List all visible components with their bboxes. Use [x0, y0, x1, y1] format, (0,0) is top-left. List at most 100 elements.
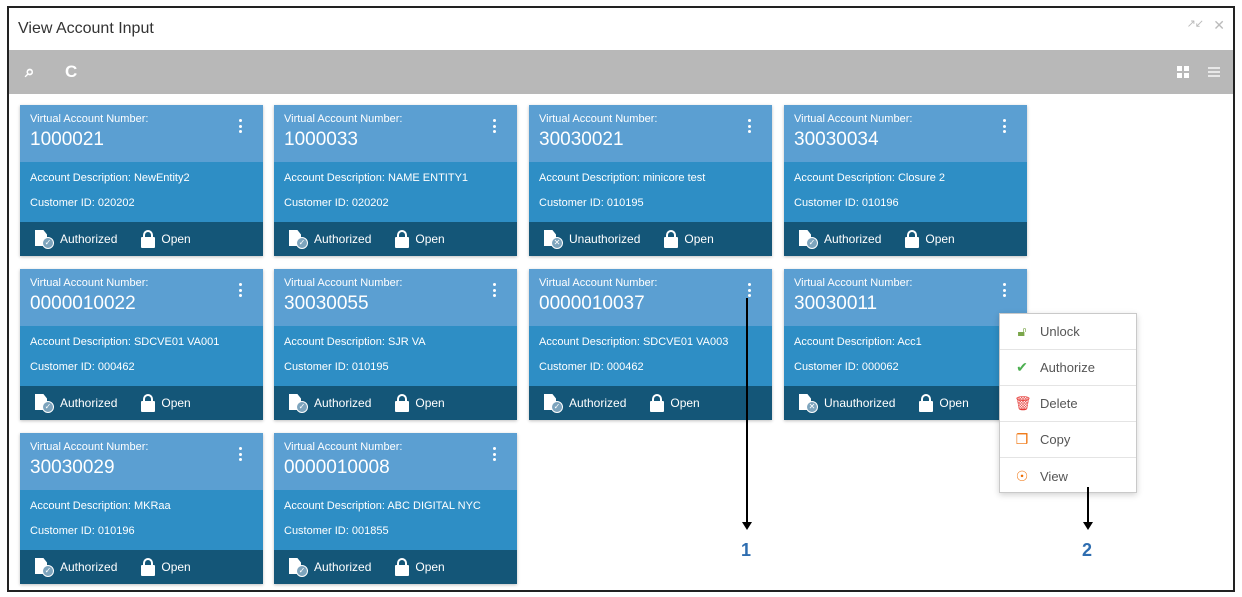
- account-card[interactable]: Virtual Account Number: 30030055 Account…: [274, 269, 517, 420]
- menu-item-label: Delete: [1040, 396, 1078, 411]
- description-label: Account Description:: [284, 172, 385, 184]
- customer-id-value: 000462: [97, 361, 135, 373]
- account-card[interactable]: Virtual Account Number: 30030021 Account…: [529, 105, 772, 256]
- kebab-menu-icon[interactable]: [493, 119, 497, 133]
- account-card[interactable]: Virtual Account Number: 0000010008 Accou…: [274, 433, 517, 584]
- callout-line-1: [746, 298, 748, 522]
- account-card[interactable]: Virtual Account Number: 0000010022 Accou…: [20, 269, 263, 420]
- description-label: Account Description:: [539, 336, 640, 348]
- menu-item-label: View: [1040, 468, 1068, 484]
- kebab-menu-icon[interactable]: [493, 447, 497, 461]
- menu-item-authorize[interactable]: ✔ Authorize: [1000, 350, 1136, 386]
- lock-status: Open: [939, 396, 969, 410]
- kebab-menu-icon[interactable]: [1003, 283, 1007, 297]
- description-label: Account Description:: [30, 500, 131, 512]
- card-header: Virtual Account Number: 0000010037: [529, 269, 772, 326]
- customer-id-value: 020202: [97, 197, 135, 209]
- authorized-document-icon: ✓: [34, 393, 54, 413]
- open-lock-icon: [664, 230, 679, 248]
- account-description: Account Description: Acc1: [794, 335, 1027, 360]
- customer-id-label: Customer ID:: [30, 361, 95, 373]
- kebab-menu-icon[interactable]: [748, 119, 752, 133]
- description-value: SJR VA: [387, 336, 426, 348]
- authorization-status: Authorized: [314, 232, 372, 246]
- menu-item-delete[interactable]: 🗑︎ Delete: [1000, 386, 1136, 422]
- lock-status: Open: [415, 396, 445, 410]
- card-status-bar: ✕ Unauthorized Open: [784, 386, 1027, 420]
- close-icon[interactable]: ✕: [1213, 17, 1225, 34]
- kebab-menu-icon[interactable]: [1003, 119, 1007, 133]
- customer-id: Customer ID: 000062: [794, 360, 1027, 385]
- description-value: NAME ENTITY1: [387, 172, 469, 184]
- card-status-bar: ✓ Authorized Open: [20, 386, 263, 420]
- card-number-label: Virtual Account Number:: [794, 113, 913, 125]
- description-value: Closure 2: [897, 172, 946, 184]
- card-header: Virtual Account Number: 1000021: [20, 105, 263, 162]
- authorization-status: Unauthorized: [824, 396, 896, 410]
- kebab-menu-icon[interactable]: [239, 119, 243, 133]
- open-lock-icon: [141, 230, 156, 248]
- kebab-menu-icon[interactable]: [239, 283, 243, 297]
- title-bar: View Account Input ↗↙ ✕: [9, 8, 1233, 50]
- refresh-icon[interactable]: C: [65, 62, 77, 82]
- menu-item-label: Authorize: [1040, 360, 1095, 375]
- card-number-label: Virtual Account Number:: [539, 277, 658, 289]
- card-status-bar: ✓ Authorized Open: [784, 222, 1027, 256]
- card-details: Account Description: Acc1 Customer ID: 0…: [784, 326, 1027, 386]
- callout-number-2: 2: [1082, 540, 1093, 560]
- menu-item-view[interactable]: ☉ View: [1000, 458, 1136, 494]
- card-header: Virtual Account Number: 30030034: [784, 105, 1027, 162]
- window-title: View Account Input: [18, 20, 154, 37]
- lock-status: Open: [670, 396, 700, 410]
- lock-status: Open: [161, 396, 191, 410]
- account-card[interactable]: Virtual Account Number: 1000021 Account …: [20, 105, 263, 256]
- authorization-status: Authorized: [314, 396, 372, 410]
- description-label: Account Description:: [284, 500, 385, 512]
- menu-item-unlock[interactable]: 🔓︎ Unlock: [1000, 314, 1136, 350]
- card-header: Virtual Account Number: 30030029: [20, 433, 263, 490]
- kebab-menu-icon[interactable]: [239, 447, 243, 461]
- customer-id-label: Customer ID:: [284, 525, 349, 537]
- authorized-document-icon: ✓: [34, 557, 54, 577]
- card-status-bar: ✕ Unauthorized Open: [529, 222, 772, 256]
- card-status-bar: ✓ Authorized Open: [20, 222, 263, 256]
- customer-id-value: 000062: [861, 361, 899, 373]
- description-value: SDCVE01 VA003: [642, 336, 729, 348]
- customer-id-value: 010196: [97, 525, 135, 537]
- account-card[interactable]: Virtual Account Number: 30030011 Account…: [784, 269, 1027, 420]
- card-number-label: Virtual Account Number:: [794, 277, 913, 289]
- authorization-status: Authorized: [824, 232, 882, 246]
- trash-icon: 🗑︎: [1014, 395, 1032, 411]
- card-status-bar: ✓ Authorized Open: [529, 386, 772, 420]
- kebab-menu-icon[interactable]: [748, 283, 752, 297]
- card-header: Virtual Account Number: 30030021: [529, 105, 772, 162]
- card-header: Virtual Account Number: 30030055: [274, 269, 517, 326]
- virtual-account-number: 0000010037: [539, 293, 645, 314]
- open-lock-icon: [919, 394, 934, 412]
- card-details: Account Description: Closure 2 Customer …: [784, 162, 1027, 222]
- view-icon: ☉: [1015, 467, 1029, 484]
- customer-id-value: 010195: [606, 197, 644, 209]
- grid-view-icon[interactable]: [1177, 66, 1189, 78]
- virtual-account-number: 1000021: [30, 129, 104, 150]
- kebab-menu-icon[interactable]: [493, 283, 497, 297]
- search-icon[interactable]: ⌕: [25, 62, 35, 82]
- menu-item-copy[interactable]: ❐ Copy: [1000, 422, 1136, 458]
- account-card[interactable]: Virtual Account Number: 0000010037 Accou…: [529, 269, 772, 420]
- callout-arrow-2: [1083, 522, 1093, 530]
- account-card[interactable]: Virtual Account Number: 30030034 Account…: [784, 105, 1027, 256]
- minimize-icon[interactable]: ↗↙: [1187, 17, 1204, 30]
- account-card[interactable]: Virtual Account Number: 1000033 Account …: [274, 105, 517, 256]
- authorized-document-icon: ✓: [288, 557, 308, 577]
- customer-id: Customer ID: 010196: [794, 196, 1027, 221]
- authorized-document-icon: ✓: [543, 393, 563, 413]
- authorization-status: Authorized: [60, 560, 118, 574]
- customer-id-label: Customer ID:: [794, 197, 859, 209]
- card-header: Virtual Account Number: 30030011: [784, 269, 1027, 326]
- account-description: Account Description: SDCVE01 VA003: [539, 335, 772, 360]
- lock-status: Open: [161, 560, 191, 574]
- account-card[interactable]: Virtual Account Number: 30030029 Account…: [20, 433, 263, 584]
- virtual-account-number: 30030011: [794, 293, 878, 314]
- description-label: Account Description:: [794, 172, 895, 184]
- list-view-icon[interactable]: [1208, 67, 1220, 79]
